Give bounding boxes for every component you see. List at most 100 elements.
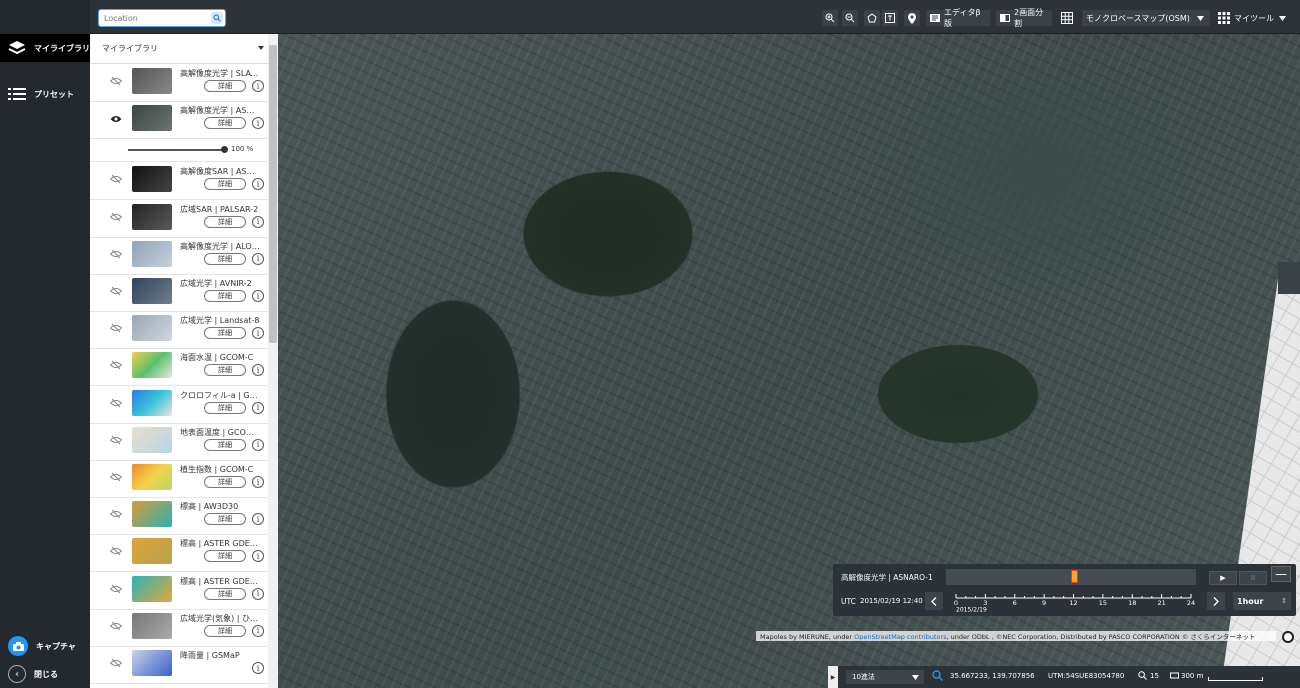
eye-off-icon[interactable] — [109, 584, 123, 597]
eye-off-icon[interactable] — [109, 658, 123, 671]
layer-detail-button[interactable]: 詳細 — [204, 550, 246, 563]
layer-detail-button[interactable]: 詳細 — [204, 178, 246, 191]
layer-row[interactable]: 標高 | ASTER GDEM3 詳細 i — [90, 572, 268, 610]
map-side-control[interactable] — [1278, 262, 1300, 294]
layer-detail-button[interactable]: 詳細 — [204, 587, 246, 600]
pause-button[interactable]: II — [1239, 571, 1267, 585]
layer-detail-button[interactable]: 詳細 — [204, 290, 246, 302]
info-icon[interactable]: i — [252, 290, 264, 302]
layer-row[interactable]: クロロフィル-a | GCOM-C詳細 i — [90, 386, 268, 424]
info-icon[interactable]: i — [252, 80, 264, 92]
layer-detail-button[interactable]: 詳細 — [204, 513, 246, 526]
draw-polygon-button[interactable] — [864, 10, 880, 26]
layer-detail-button[interactable]: 詳細 — [204, 624, 246, 637]
eye-off-icon[interactable] — [109, 360, 123, 373]
eye-off-icon[interactable] — [109, 212, 123, 225]
layer-row[interactable]: 広域光学 | Landsat-8 詳細 i — [90, 311, 268, 350]
layer-row[interactable]: 降雨量 | GSMaP i — [90, 646, 268, 684]
opacity-slider-track[interactable] — [128, 149, 224, 152]
layer-row[interactable]: 広域SAR | PALSAR-2 詳細 i — [90, 200, 268, 238]
info-icon[interactable]: i — [252, 550, 264, 563]
timeline-prev-button[interactable] — [925, 592, 943, 610]
my-tools-menu[interactable]: マイツール — [1214, 10, 1290, 26]
eye-off-icon[interactable] — [109, 323, 123, 336]
zoom-level-icon — [1138, 671, 1147, 682]
layer-row[interactable]: 高解像度光学 | ASNA… 詳細 i — [90, 101, 268, 140]
close-panel-button[interactable]: ‹ 閉じる — [0, 660, 90, 688]
chevron-right-icon[interactable]: ▶ — [828, 666, 838, 688]
interval-value: 1hour — [1237, 596, 1264, 606]
rail-item-presets[interactable]: プリセット — [0, 80, 90, 108]
info-icon[interactable]: i — [252, 401, 264, 414]
layer-row[interactable]: 植生指数 | GCOM-C 詳細 i — [90, 460, 268, 498]
layer-detail-button[interactable]: 詳細 — [204, 80, 246, 92]
panel-scrollbar-thumb[interactable] — [269, 45, 277, 343]
layer-detail-button[interactable]: 詳細 — [204, 476, 246, 488]
eye-off-icon[interactable] — [109, 76, 123, 89]
location-search-input[interactable] — [99, 13, 199, 23]
info-icon[interactable]: i — [252, 624, 264, 637]
eye-off-icon[interactable] — [109, 398, 123, 411]
zoom-in-button[interactable] — [822, 10, 838, 26]
rail-item-my-library[interactable]: マイライブラリ — [0, 34, 90, 62]
layer-detail-button[interactable]: 詳細 — [204, 117, 246, 130]
layer-detail-button[interactable]: 詳細 — [204, 252, 246, 265]
projection-select[interactable]: 10進法 — [846, 670, 924, 684]
layer-row[interactable]: 高解像度光学 | ALOS-… 詳細 i — [90, 237, 268, 275]
layer-row[interactable]: 高解像度SAR | ASNA… 詳細 i — [90, 162, 268, 201]
eye-off-icon[interactable] — [109, 174, 123, 187]
zoom-out-button[interactable] — [842, 10, 858, 26]
locate-icon[interactable] — [1282, 631, 1294, 643]
interval-select[interactable]: 1hour ↕ — [1233, 592, 1291, 610]
layer-row[interactable]: 広域光学 | AVNIR-2 詳細 i — [90, 274, 268, 312]
place-marker-button[interactable] — [904, 10, 920, 26]
layer-detail-button[interactable]: 詳細 — [204, 327, 246, 340]
basemap-select[interactable]: モノクロベースマップ(OSM) — [1082, 10, 1210, 26]
eye-icon[interactable] — [110, 113, 122, 126]
layer-detail-button[interactable]: 詳細 — [204, 215, 246, 228]
library-select[interactable]: マイライブラリ — [90, 34, 278, 64]
eye-off-icon[interactable] — [109, 546, 123, 559]
info-icon[interactable]: i — [252, 364, 264, 377]
attribution-osm-link[interactable]: OpenStreetMap contributors — [854, 633, 946, 641]
eye-off-icon[interactable] — [109, 621, 123, 634]
play-button[interactable]: ▶ — [1209, 571, 1237, 585]
split-screen-icon — [1000, 14, 1010, 22]
layer-row[interactable]: 標高 | ASTER GDEM2 詳細 i — [90, 534, 268, 573]
info-icon[interactable]: i — [252, 178, 264, 191]
info-icon[interactable]: i — [252, 215, 264, 228]
layer-row[interactable]: 高解像度光学 | SLATS 詳細 i — [90, 64, 268, 102]
layer-detail-button[interactable]: 詳細 — [204, 438, 246, 451]
minimize-button[interactable]: — — [1271, 566, 1291, 582]
layer-name: 高解像度SAR | ASNA… — [180, 167, 260, 177]
info-icon[interactable]: i — [252, 117, 264, 130]
eye-off-icon[interactable] — [109, 286, 123, 299]
eye-off-icon[interactable] — [109, 249, 123, 262]
eye-off-icon[interactable] — [109, 435, 123, 448]
eye-off-icon[interactable] — [109, 472, 123, 485]
layer-row[interactable]: 広域光学(気象) | ひま… 詳細 i — [90, 609, 268, 647]
split-screen-button[interactable]: 2画面分割 — [996, 8, 1052, 28]
layer-thumbnail — [132, 278, 172, 304]
search-icon[interactable] — [211, 12, 223, 24]
timeline-next-button[interactable] — [1207, 592, 1225, 610]
eye-off-icon[interactable] — [109, 509, 123, 522]
info-icon[interactable]: i — [252, 662, 264, 674]
layer-detail-button[interactable]: 詳細 — [204, 401, 246, 414]
capture-button[interactable]: キャプチャ — [0, 632, 90, 660]
timeline-marker[interactable] — [1071, 570, 1078, 583]
info-icon[interactable]: i — [252, 438, 264, 451]
add-text-button[interactable] — [882, 10, 898, 26]
layer-row[interactable]: 地表面温度 | GCOM-C 詳細 i — [90, 423, 268, 461]
info-icon[interactable]: i — [252, 327, 264, 340]
info-icon[interactable]: i — [252, 476, 264, 488]
info-icon[interactable]: i — [252, 587, 264, 600]
grid-toggle-button[interactable] — [1059, 10, 1075, 26]
info-icon[interactable]: i — [252, 513, 264, 526]
layer-detail-button[interactable]: 詳細 — [204, 364, 246, 377]
editor-beta-button[interactable]: エディタβ版 — [926, 8, 990, 28]
opacity-slider-handle[interactable] — [221, 146, 228, 154]
layer-row[interactable]: 海面水温 | GCOM-C 詳細 i — [90, 348, 268, 387]
info-icon[interactable]: i — [252, 252, 264, 265]
layer-row[interactable]: 標高 | AW3D30 詳細 i — [90, 497, 268, 536]
